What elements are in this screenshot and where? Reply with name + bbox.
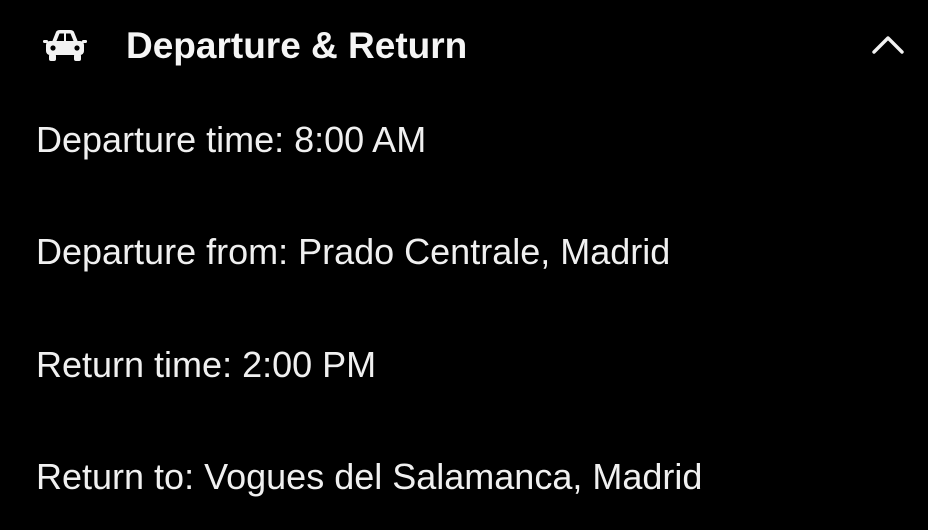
section-title: Departure & Return <box>126 25 468 66</box>
departure-return-section-header[interactable]: Departure & Return <box>0 0 928 92</box>
return-time-text: Return time: 2:00 PM <box>36 344 377 385</box>
return-location-text: Return to: Vogues del Salamanca, Madrid <box>36 456 703 497</box>
car-icon <box>42 27 88 63</box>
departure-location-text: Departure from: Prado Centrale, Madrid <box>36 231 671 272</box>
chevron-up-icon[interactable] <box>868 30 908 60</box>
departure-time-text: Departure time: 8:00 AM <box>36 119 427 160</box>
